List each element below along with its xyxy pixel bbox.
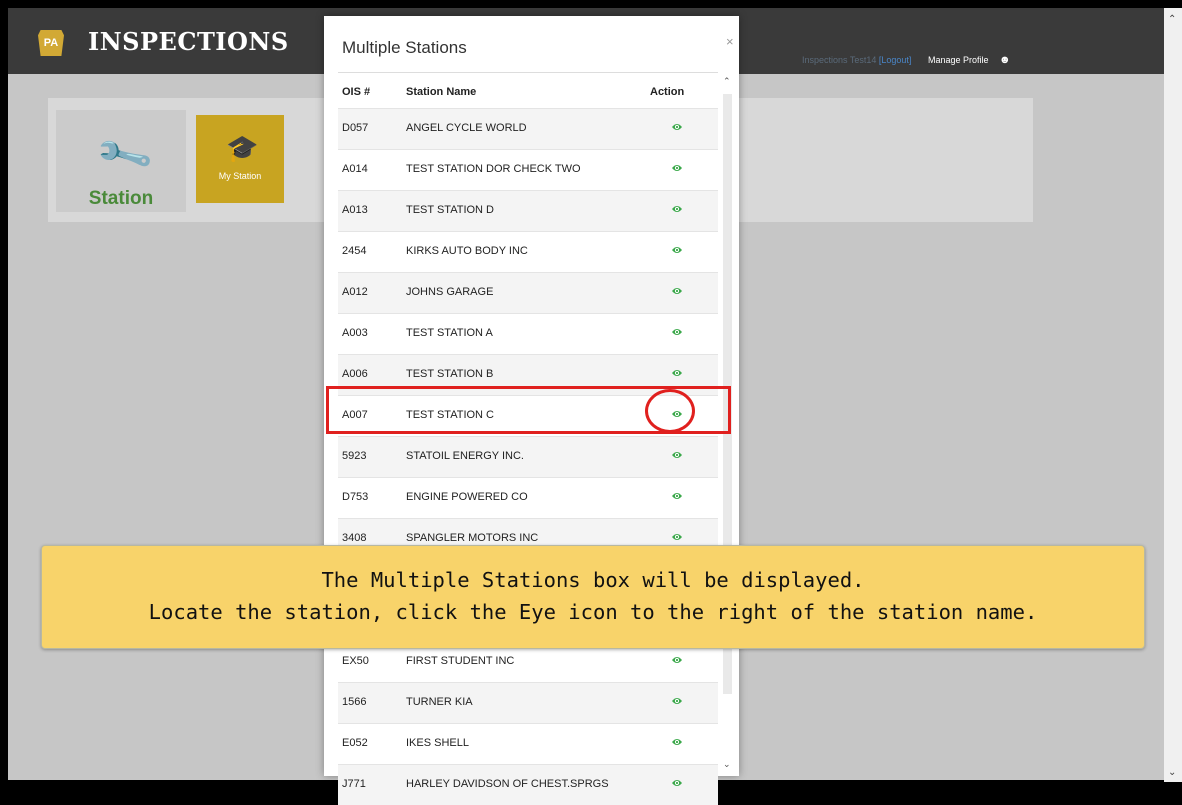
eye-icon[interactable] xyxy=(671,203,683,215)
user-name: Inspections Test14 xyxy=(802,55,877,65)
ois-cell: 1566 xyxy=(342,696,367,708)
station-name-cell: TURNER KIA xyxy=(406,696,473,708)
ois-cell: 2454 xyxy=(342,245,367,257)
scroll-down-arrow-icon[interactable]: ⌄ xyxy=(1168,767,1176,778)
station-name-cell: FIRST STUDENT INC xyxy=(406,655,515,667)
app-title: INSPECTIONS xyxy=(88,27,289,56)
table-row: 5923 STATOIL ENERGY INC. xyxy=(338,436,718,477)
ois-cell: D753 xyxy=(342,491,369,503)
close-icon[interactable]: × xyxy=(726,34,734,49)
pa-logo-icon: PA xyxy=(38,30,64,56)
eye-icon[interactable] xyxy=(671,736,683,748)
stations-table: D057 ANGEL CYCLE WORLD A014 TEST STATION DO… xyxy=(338,108,718,805)
station-name-cell: IKES SHELL xyxy=(406,737,469,749)
logout-link[interactable]: [Logout] xyxy=(879,55,912,65)
eye-icon[interactable] xyxy=(671,367,683,379)
station-name-cell: SPANGLER MOTORS INC xyxy=(406,532,539,544)
ois-cell: 5923 xyxy=(342,450,367,462)
station-name-cell: KIRKS AUTO BODY INC xyxy=(406,245,528,257)
table-row: 2454 KIRKS AUTO BODY INC xyxy=(338,231,718,272)
station-name-cell: TEST STATION DOR CHECK TWO xyxy=(406,163,581,175)
eye-icon[interactable] xyxy=(671,285,683,297)
table-row: A013 TEST STATION D xyxy=(338,190,718,231)
ois-cell: EX50 xyxy=(342,655,369,667)
table-row: A012 JOHNS GARAGE xyxy=(338,272,718,313)
user-icon[interactable]: ☻ xyxy=(999,54,1011,66)
callout-line-1: The Multiple Stations box will be displa… xyxy=(321,568,865,592)
table-row: E052 IKES SHELL xyxy=(338,723,718,764)
table-row: A003 TEST STATION A xyxy=(338,313,718,354)
table-row: 1566 TURNER KIA xyxy=(338,682,718,723)
ois-cell: E052 xyxy=(342,737,368,749)
station-name-cell: JOHNS GARAGE xyxy=(406,286,494,298)
user-area: Inspections Test14 [Logout] Manage Profi… xyxy=(802,54,1011,66)
station-label: Station xyxy=(88,188,154,209)
wrench-icon: 🔧 xyxy=(93,125,156,187)
table-row: D057 ANGEL CYCLE WORLD xyxy=(338,108,718,149)
ois-cell: A014 xyxy=(342,163,368,175)
callout-line-2: Locate the station, click the Eye icon t… xyxy=(148,600,1038,624)
eye-icon[interactable] xyxy=(671,326,683,338)
eye-icon[interactable] xyxy=(671,531,683,543)
ois-cell: A013 xyxy=(342,204,368,216)
instruction-callout: The Multiple Stations box will be displa… xyxy=(41,545,1145,649)
modal-title: Multiple Stations xyxy=(342,38,467,57)
station-name-cell: ANGEL CYCLE WORLD xyxy=(406,122,527,134)
column-header-action: Action xyxy=(650,86,685,98)
chevron-down-icon[interactable]: ⌄ xyxy=(723,759,731,770)
highlight-eye-circle xyxy=(645,389,695,433)
table-row: D753 ENGINE POWERED CO xyxy=(338,477,718,518)
eye-icon[interactable] xyxy=(671,244,683,256)
eye-icon[interactable] xyxy=(671,162,683,174)
eye-icon[interactable] xyxy=(671,121,683,133)
manage-profile-link[interactable]: Manage Profile xyxy=(928,55,989,65)
column-header-station-name: Station Name xyxy=(406,86,477,98)
divider xyxy=(338,72,718,73)
station-name-cell: TEST STATION D xyxy=(406,204,495,216)
station-name-cell: ENGINE POWERED CO xyxy=(406,491,528,503)
eye-icon[interactable] xyxy=(671,449,683,461)
station-tile[interactable]: 🔧 Station xyxy=(56,110,186,212)
ois-cell: A003 xyxy=(342,327,368,339)
column-header-ois: OIS # xyxy=(342,86,371,98)
ois-cell: A006 xyxy=(342,368,368,380)
station-name-cell: TEST STATION B xyxy=(406,368,494,380)
station-name-cell: STATOIL ENERGY INC. xyxy=(406,450,524,462)
ois-cell: J771 xyxy=(342,778,366,790)
station-name-cell: HARLEY DAVIDSON OF CHEST.SPRGS xyxy=(406,778,609,790)
scroll-up-arrow-icon[interactable]: ⌃ xyxy=(1168,14,1176,25)
graduation-cap-icon: 🎓 xyxy=(226,133,259,163)
ois-cell: D057 xyxy=(342,122,369,134)
ois-cell: 3408 xyxy=(342,532,367,544)
eye-icon[interactable] xyxy=(671,654,683,666)
chevron-up-icon[interactable]: ⌃ xyxy=(723,76,731,87)
eye-icon[interactable] xyxy=(671,695,683,707)
ois-cell: A012 xyxy=(342,286,368,298)
page-scrollbar[interactable]: ⌃ ⌄ xyxy=(1164,8,1182,782)
table-row: J771 HARLEY DAVIDSON OF CHEST.SPRGS xyxy=(338,764,718,805)
table-row: A014 TEST STATION DOR CHECK TWO xyxy=(338,149,718,190)
eye-icon[interactable] xyxy=(671,777,683,789)
my-station-tile[interactable]: 🎓 My Station xyxy=(196,115,284,203)
station-name-cell: TEST STATION A xyxy=(406,327,493,339)
my-station-label: My Station xyxy=(218,171,262,181)
eye-icon[interactable] xyxy=(671,490,683,502)
